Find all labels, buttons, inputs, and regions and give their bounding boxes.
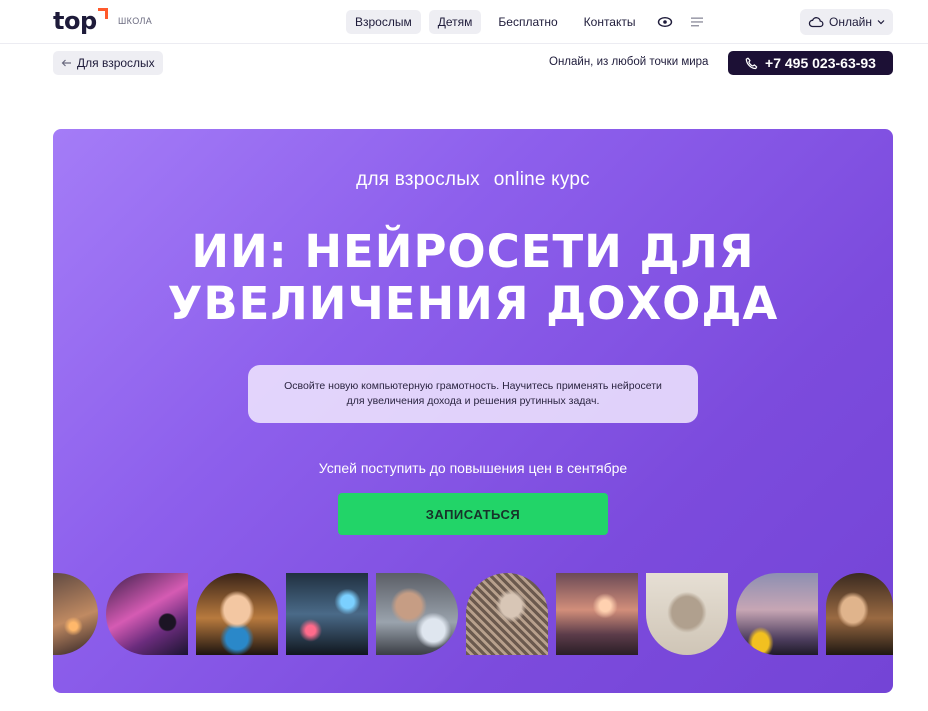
location-text: Онлайн, из любой точки мира [549,56,709,68]
chevron-down-icon [877,20,885,25]
nav-free[interactable]: Бесплатно [489,10,566,34]
hero-banner: для взрослых online курс ИИ: НЕЙРОСЕТИ ДЛ… [53,129,893,693]
image-gallery [53,573,893,655]
phone-button[interactable]: +7 495 023-63-93 [728,51,893,75]
audience-tag: для взрослых [356,169,480,190]
signup-button[interactable]: ЗАПИСАТЬСЯ [338,493,608,535]
arrow-left-icon [61,59,71,67]
hero-tags: для взрослых online курс [53,169,893,191]
phone-icon [745,57,758,69]
cyborg-portrait-image [826,573,893,655]
main-nav: Взрослым Детям Бесплатно Контакты [346,10,709,34]
city-car-image [736,573,818,655]
nav-contacts[interactable]: Контакты [575,10,645,34]
menu-icon[interactable] [685,10,709,34]
man-hologram-image [376,573,458,655]
hero-description-line-1: Освойте новую компьютерную грамотность. … [284,380,662,392]
futuristic-street-image [556,573,638,655]
hero-title: ИИ: НЕЙРОСЕТИ ДЛЯ УВЕЛИЧЕНИЯ ДОХОДА [53,226,893,330]
format-label: Онлайн [829,15,872,29]
phone-number: +7 495 023-63-93 [765,55,876,71]
nav-kids[interactable]: Детям [428,10,482,34]
logo-mark-icon [97,8,109,34]
android-face-image [646,573,728,655]
ai-woman-portrait-image [196,573,278,655]
logo-text: top [53,7,97,35]
logo-subtitle: ШКОЛА [118,16,153,26]
back-label: Для взрослых [77,56,155,70]
city-lights-image [53,573,98,655]
logo[interactable]: top ШКОЛА [53,7,152,35]
hero-title-line-2: УВЕЛИЧЕНИЯ ДОХОДА [167,277,779,330]
eye-icon[interactable] [653,10,677,34]
hero-description: Освойте новую компьютерную грамотность. … [248,365,698,423]
format-tag: online курс [493,169,590,190]
nav-adults[interactable]: Взрослым [346,10,421,34]
back-to-adults-button[interactable]: Для взрослых [53,51,163,75]
site-header: top ШКОЛА Взрослым Детям Бесплатно Конта… [0,0,928,44]
promo-text: Успей поступить до повышения цен в сентя… [318,460,628,476]
cyborg-woman-profile-image [466,573,548,655]
neon-city-figure-image [106,573,188,655]
hero-title-line-1: ИИ: НЕЙРОСЕТИ ДЛЯ [191,225,755,278]
hero-description-line-2: для увеличения дохода и решения рутинных… [346,395,600,407]
night-city-traffic-image [286,573,368,655]
cloud-icon [808,17,824,28]
format-select-button[interactable]: Онлайн [800,9,893,35]
